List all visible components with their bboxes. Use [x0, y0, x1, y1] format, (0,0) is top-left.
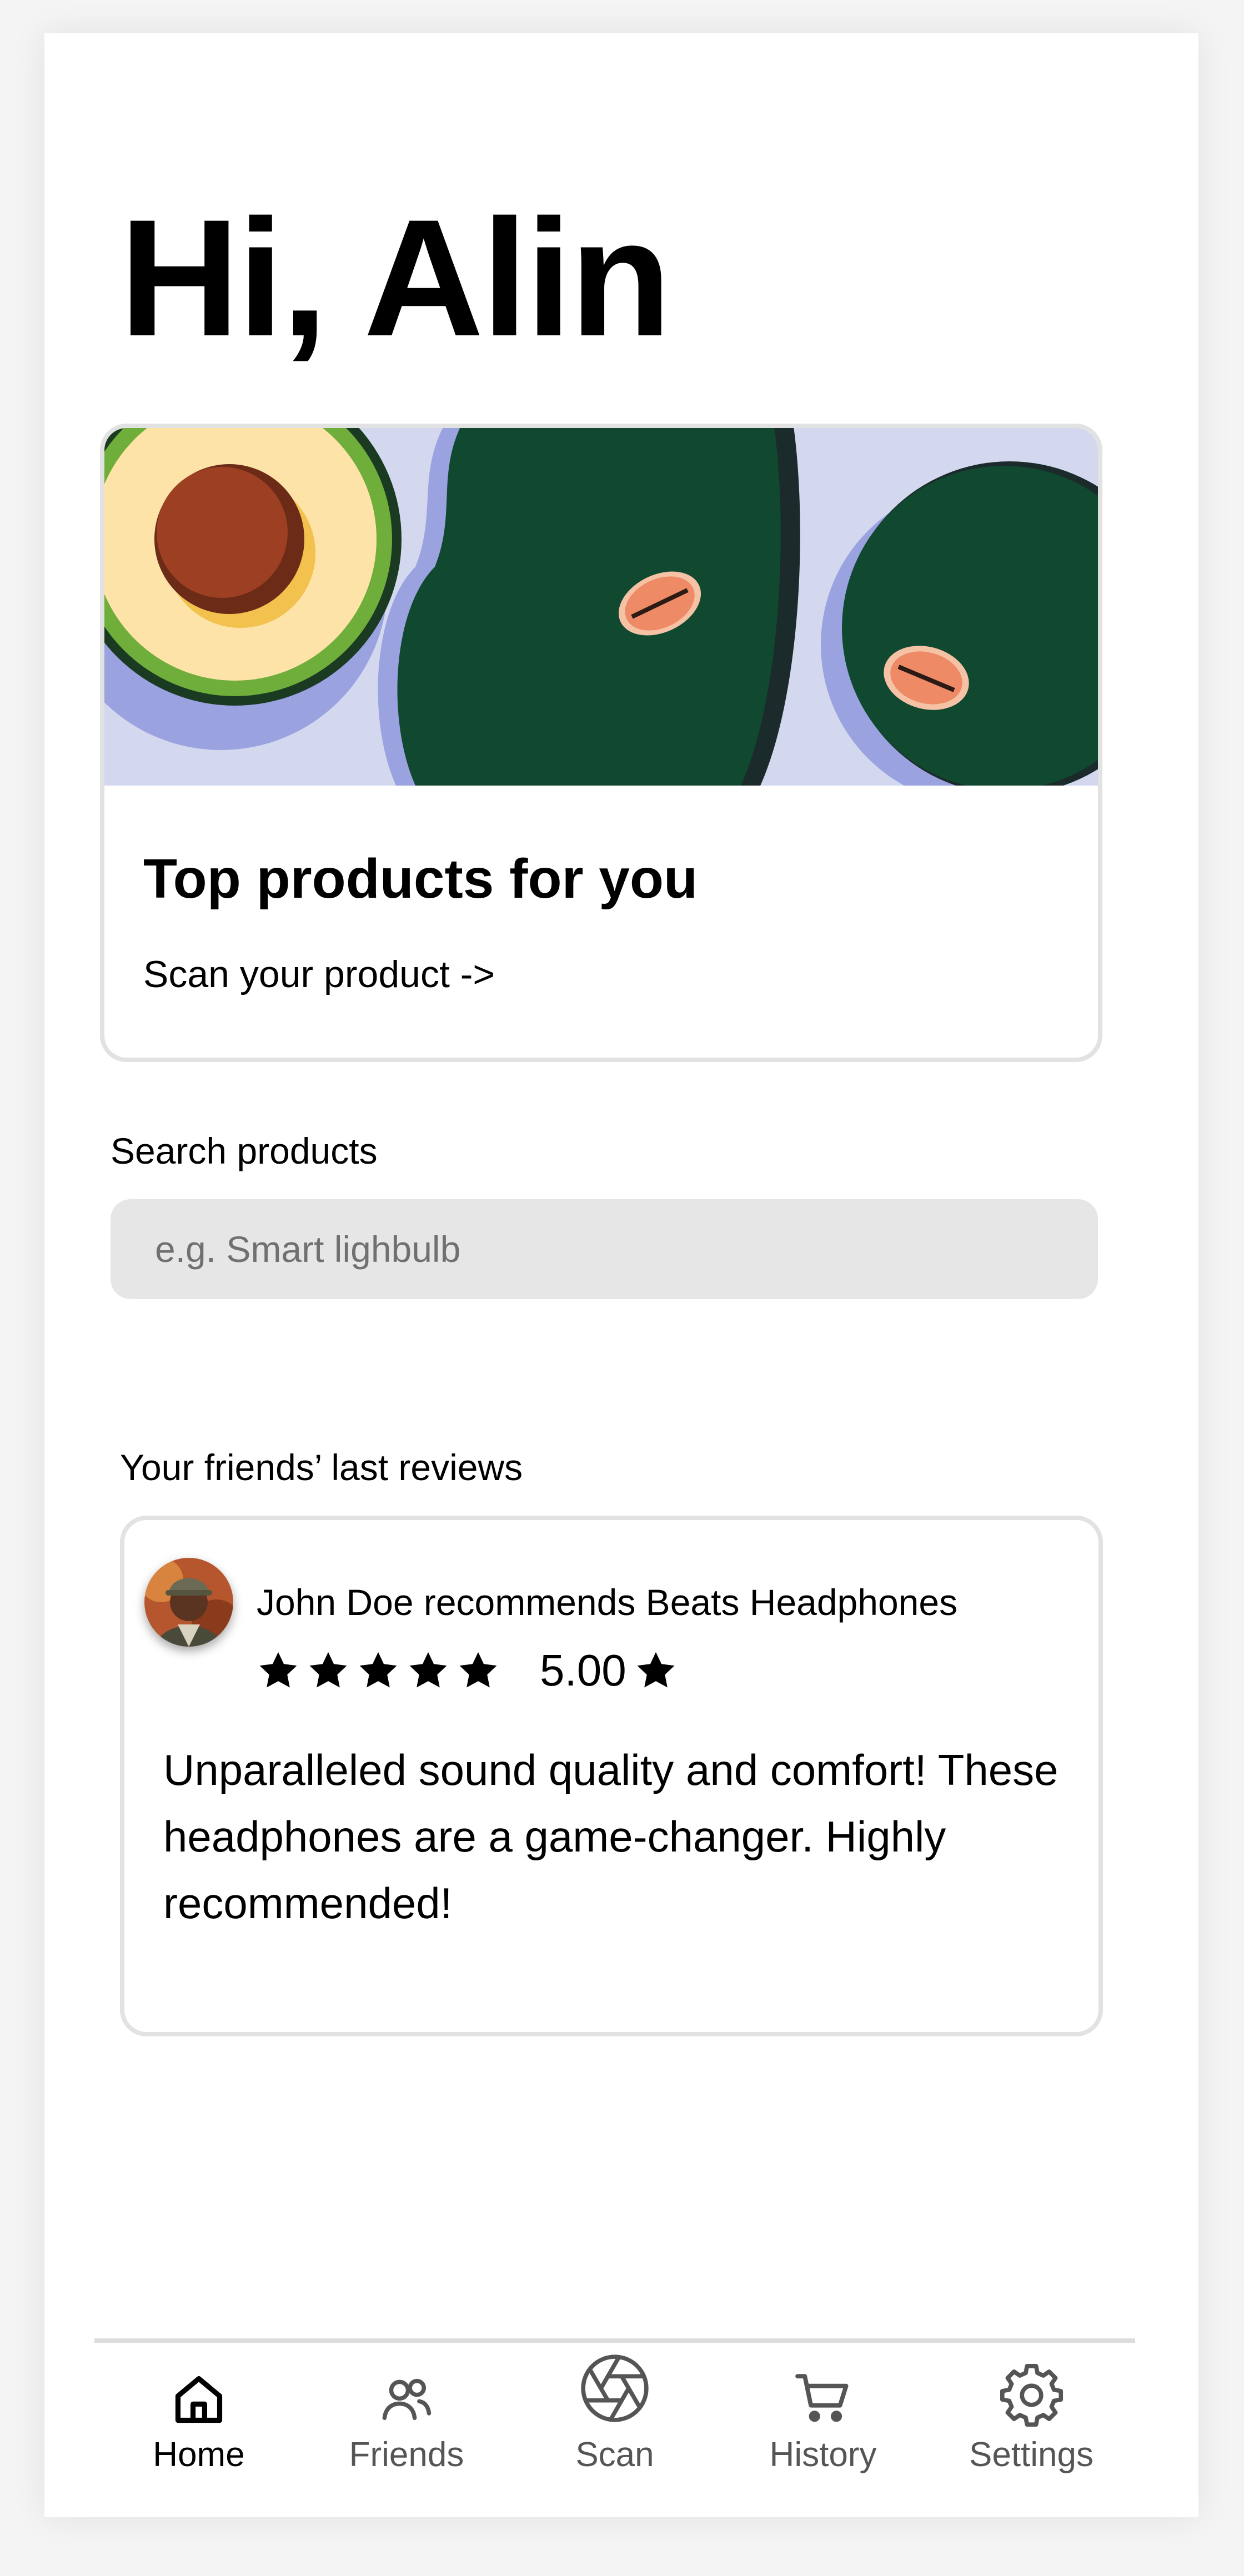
avocado-banner-image: [104, 428, 1098, 786]
reviews-section-title: Your friends’ last reviews: [120, 1447, 523, 1488]
rating-value: 5.00: [540, 1646, 626, 1695]
nav-label-scan: Scan: [575, 2436, 654, 2474]
cart-icon: [795, 2374, 849, 2422]
nav-label-home: Home: [153, 2436, 245, 2474]
search-label: Search products: [111, 1130, 378, 1171]
promo-title: Top products for you: [143, 848, 698, 910]
star-icon: [309, 1652, 347, 1688]
greeting-title: Hi, Alin: [119, 184, 671, 371]
gear-icon: [1000, 2363, 1063, 2427]
home-icon: [175, 2376, 223, 2423]
rating-stars: 5.00: [257, 1645, 684, 1696]
nav-history[interactable]: History: [751, 2349, 895, 2510]
nav-settings[interactable]: Settings: [959, 2349, 1103, 2510]
scan-product-link[interactable]: Scan your product ->: [143, 953, 495, 996]
nav-label-friends: Friends: [349, 2436, 464, 2474]
nav-label-settings: Settings: [969, 2436, 1094, 2474]
nav-home[interactable]: Home: [127, 2349, 271, 2510]
bottom-nav-divider: [94, 2338, 1135, 2343]
review-card[interactable]: John Doe recommends Beats Headphones 5.0…: [120, 1516, 1103, 2036]
top-products-card[interactable]: Top products for you Scan your product -…: [100, 424, 1102, 1062]
camera-shutter-icon: [581, 2354, 649, 2422]
star-icon: [409, 1652, 447, 1688]
nav-label-history: History: [769, 2436, 877, 2474]
avatar[interactable]: [144, 1558, 233, 1647]
star-icon: [359, 1652, 397, 1688]
search-input[interactable]: [111, 1199, 1098, 1299]
nav-scan[interactable]: Scan: [543, 2349, 687, 2510]
review-text: Unparalleled sound quality and comfort! …: [163, 1745, 1059, 1928]
phone-screen: Hi, Alin Top products for you Scan your …: [44, 33, 1198, 2517]
friends-icon: [382, 2378, 432, 2421]
star-icon: [459, 1652, 497, 1688]
star-icon: [259, 1652, 297, 1688]
nav-friends[interactable]: Friends: [334, 2349, 479, 2510]
review-headline: John Doe recommends Beats Headphones: [257, 1582, 958, 1623]
star-icon: [637, 1652, 675, 1688]
